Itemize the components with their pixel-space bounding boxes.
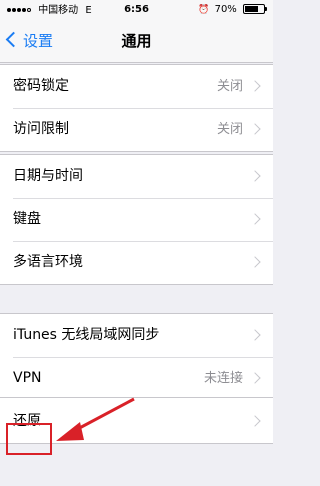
settings-screen: 中国移动 E 6:56 ⏰ 70% 设置 通用 密码锁定 关闭 访问限制 关闭: [0, 0, 273, 486]
annotation-arrow-icon: [56, 397, 135, 441]
